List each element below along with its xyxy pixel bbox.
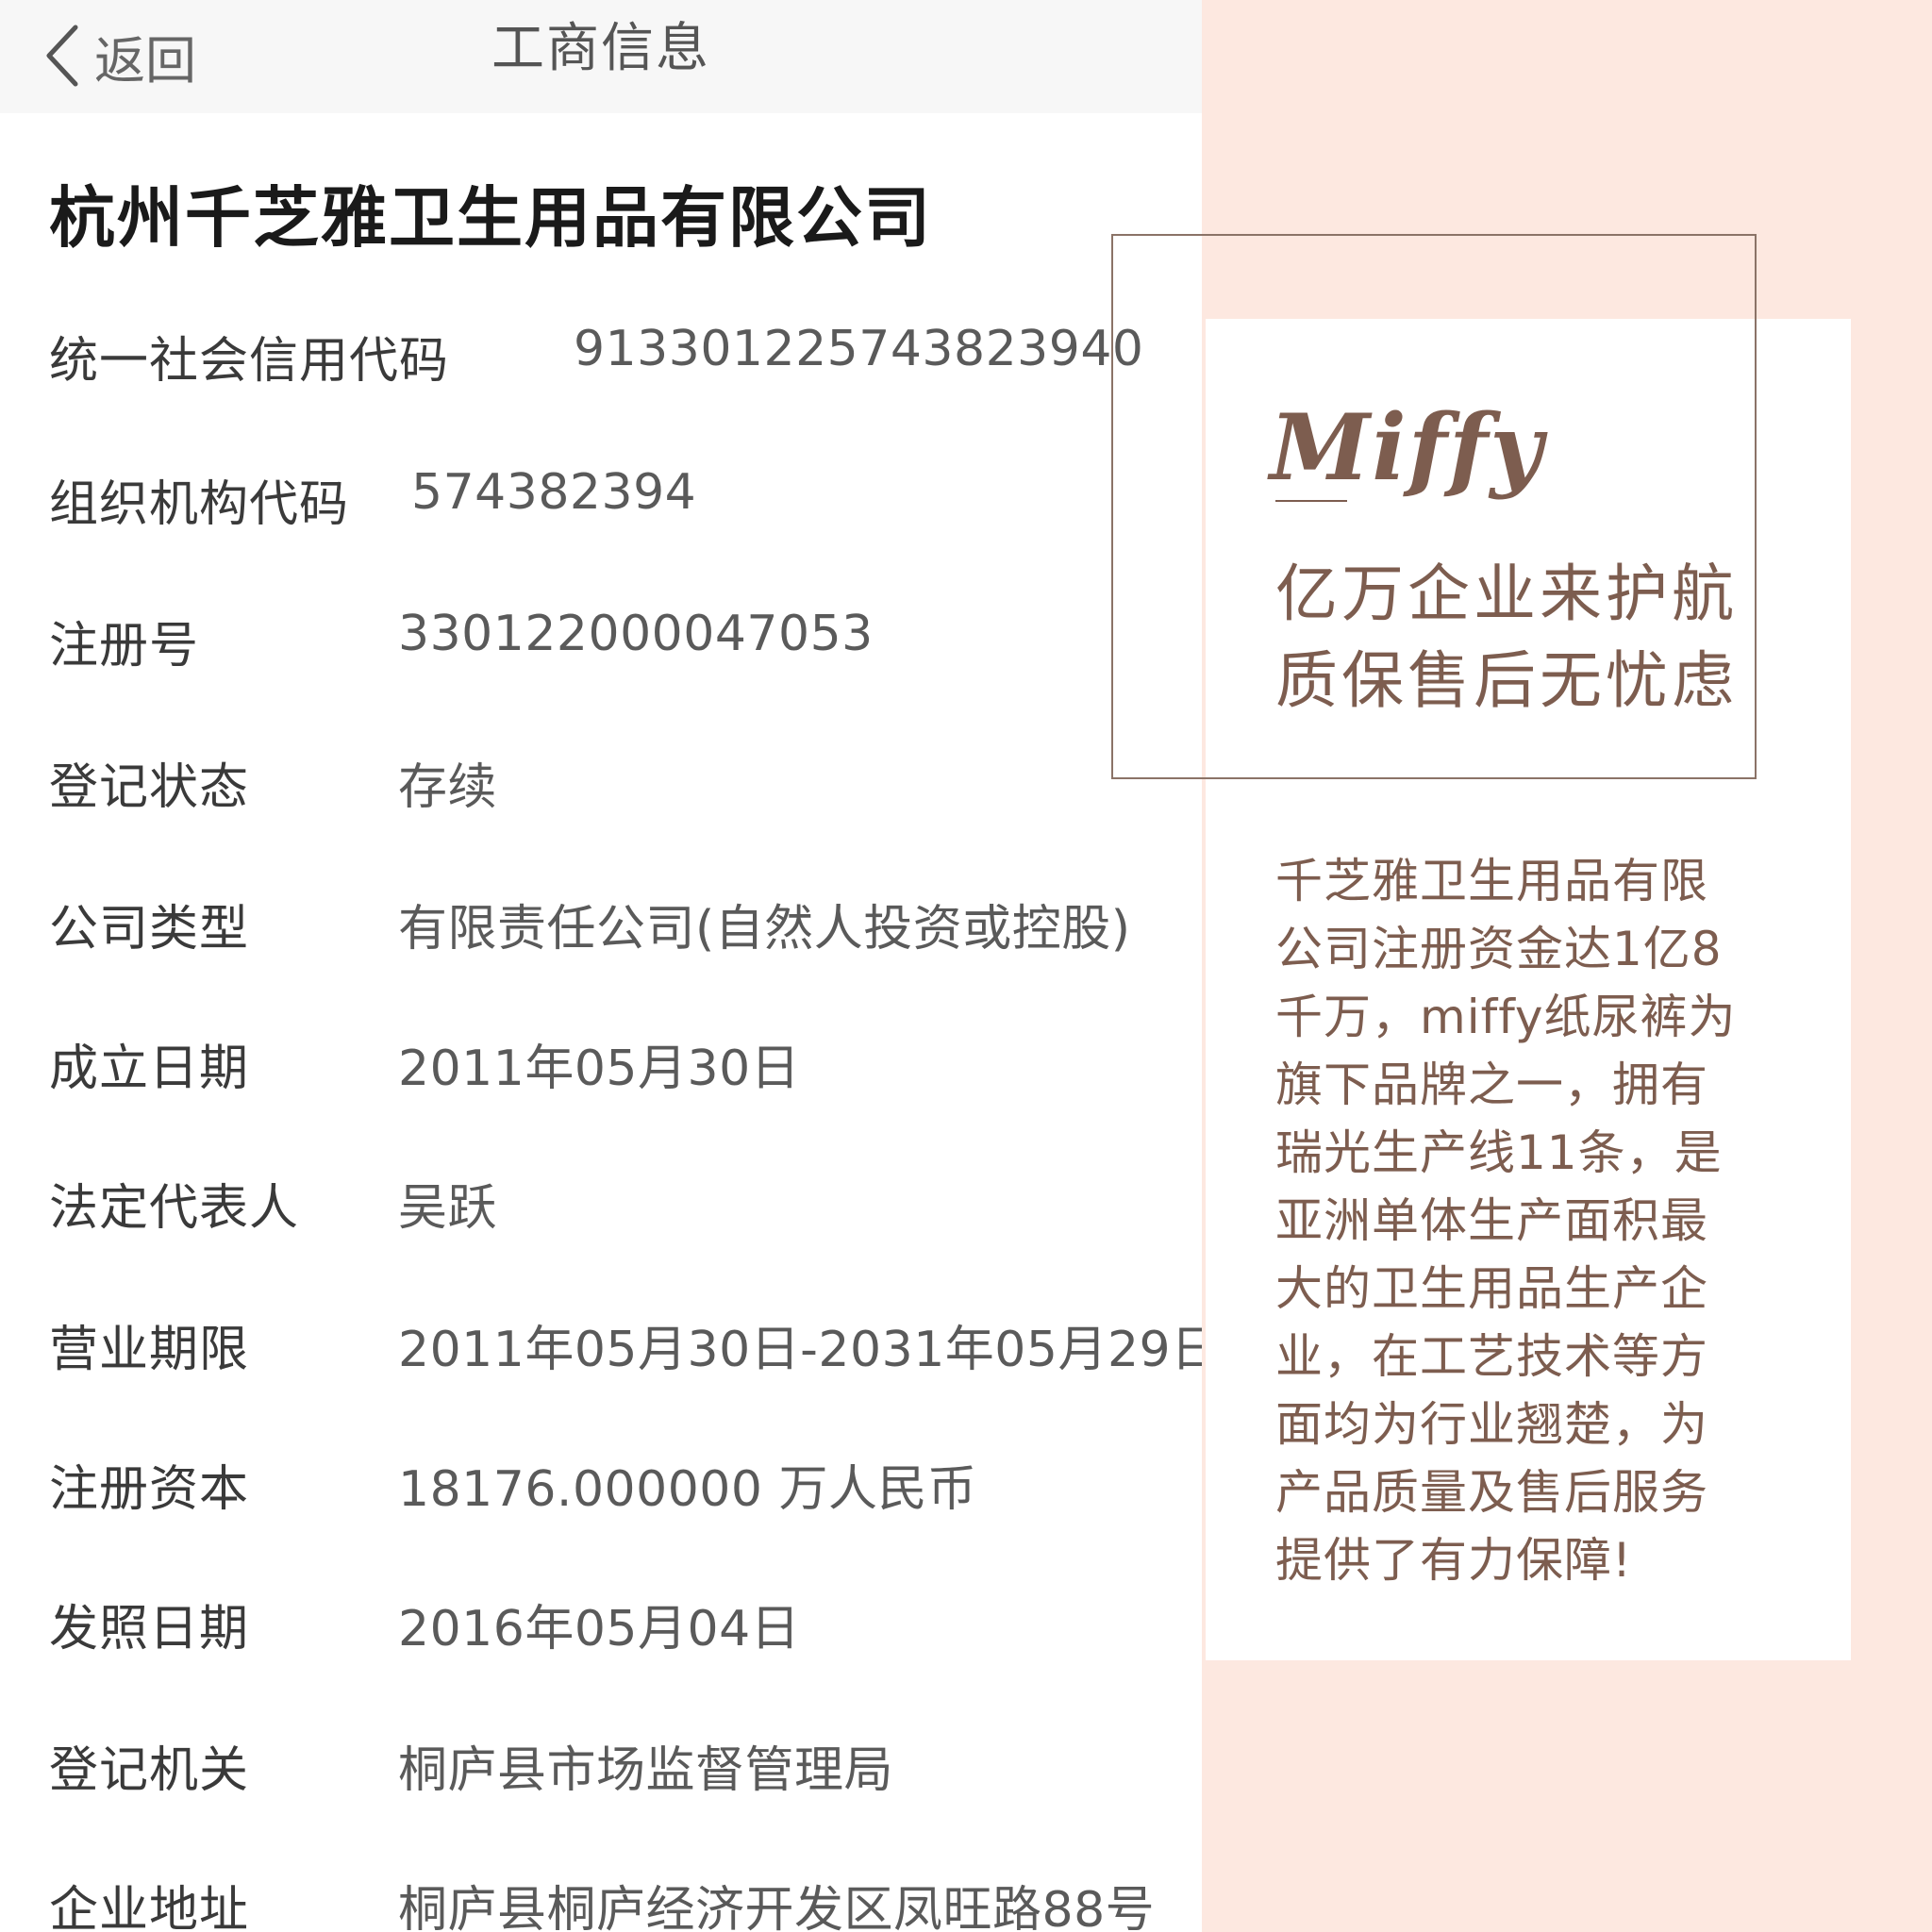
slogan-line: 质保售后无忧虑 [1275, 644, 1738, 717]
info-value: 18176.000000 万人民币 [398, 1461, 977, 1518]
promo-description: 千芝雅卫生用品有限 公司注册资金达1亿8 千万，miffy纸尿裤为 旗下品牌之一… [1275, 847, 1738, 1594]
description-line: 大的卫生用品生产企 [1275, 1261, 1708, 1316]
info-value: 存续 [398, 759, 498, 816]
info-label: 组织机构代码 [49, 476, 350, 533]
info-value: 330122000047053 [398, 606, 874, 662]
company-name: 杭州千芝雅卫生用品有限公司 [49, 179, 932, 257]
logo-divider [1275, 500, 1347, 502]
description-line: 提供了有力保障! [1275, 1533, 1633, 1588]
description-line: 瑞光生产线11条，是 [1275, 1125, 1723, 1180]
info-label: 登记状态 [49, 759, 250, 816]
info-value: 吴跃 [398, 1180, 498, 1237]
info-label: 法定代表人 [49, 1180, 300, 1237]
info-label: 注册号 [49, 618, 200, 675]
brand-logo: Miffy [1270, 394, 1545, 501]
description-line: 面均为行业翘楚，为 [1275, 1397, 1708, 1452]
info-label: 公司类型 [49, 901, 250, 958]
info-label: 营业期限 [49, 1322, 250, 1378]
description-line: 亚洲单体生产面积最 [1275, 1193, 1708, 1248]
description-line: 千芝雅卫生用品有限 [1275, 854, 1708, 908]
info-label: 统一社会信用代码 [49, 333, 450, 390]
info-value: 2011年05月30日 [398, 1041, 801, 1097]
info-value: 2011年05月30日-2031年05月29日 [398, 1322, 1202, 1378]
description-line: 旗下品牌之一，拥有 [1275, 1058, 1708, 1112]
description-line: 业，在工艺技术等方 [1275, 1329, 1708, 1384]
description-line: 产品质量及售后服务 [1275, 1465, 1708, 1520]
info-label: 发照日期 [49, 1601, 250, 1657]
page-title: 工商信息 [491, 18, 710, 79]
business-info-screen: 返回 工商信息 杭州千芝雅卫生用品有限公司 统一社会信用代码 913301225… [0, 0, 1202, 1932]
info-label: 注册资本 [49, 1461, 250, 1518]
info-value: 桐庐县市场监督管理局 [398, 1742, 894, 1799]
info-value: 2016年05月04日 [398, 1601, 801, 1657]
info-value: 桐庐县桐庐经济开发区凤旺路88号 [398, 1882, 1156, 1932]
info-value: 有限责任公司(自然人投资或控股) [398, 901, 1131, 958]
info-label: 企业地址 [49, 1882, 250, 1932]
info-value: 91330122574382394​0 [574, 321, 1144, 377]
nav-bar: 返回 工商信息 [0, 0, 1202, 113]
info-label: 登记机关 [49, 1742, 250, 1799]
info-value: 574382394 [411, 464, 697, 521]
info-label: 成立日期 [49, 1041, 250, 1097]
description-line: 千万，miffy纸尿裤为 [1275, 990, 1737, 1044]
description-line: 公司注册资金达1亿8 [1275, 922, 1723, 976]
slogan-line: 亿万企业来护航 [1275, 558, 1738, 630]
